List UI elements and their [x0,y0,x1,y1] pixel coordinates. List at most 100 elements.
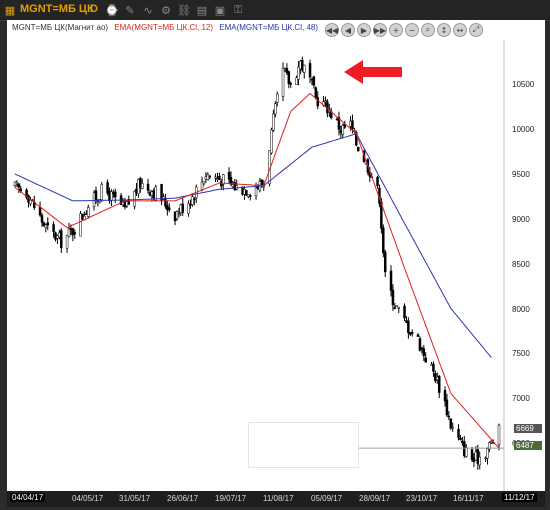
x-tick-label: 11/12/17 [502,493,537,502]
y-tick-label: 9500 [512,170,530,179]
candle-body [403,305,406,319]
pencil-icon[interactable]: ✎ [123,3,137,17]
candle-body [202,181,206,184]
candle-body [249,195,252,197]
x-tick-label: 31/05/17 [119,494,151,503]
candle-body [229,177,233,185]
x-tick-label: 11/08/17 [263,494,294,503]
candle-body [181,203,185,213]
candle-body [87,207,90,217]
period-selector[interactable]: D [90,3,98,15]
x-tick-label: 26/06/17 [167,494,199,503]
candle-body [100,184,104,200]
period-icon[interactable]: ⌚ [105,3,119,17]
candle-body [393,307,397,309]
candle-body [46,222,50,226]
candle-body [191,196,194,205]
candle-body [497,424,501,445]
candle-body [314,87,318,98]
candle-body [382,227,385,254]
candle-body [302,64,306,73]
y-tick-label: 8000 [512,305,530,314]
candle-body [146,183,150,191]
y-tick-label: 9000 [512,215,530,224]
candle-body [391,289,395,306]
candle-body [356,146,360,152]
candle-body [208,175,212,178]
indicator-icon[interactable]: ∿ [141,3,155,17]
ema-value-badge: 6487 [514,441,542,450]
candle-body [272,113,275,131]
candle-body [94,190,98,201]
candle-body [73,232,77,235]
window-icon[interactable]: ▣ [213,3,227,17]
candle-body [175,211,179,219]
symbol-title[interactable]: MGNT=МБ ЦК [20,3,94,15]
candle-body [351,120,354,130]
candle-body [464,447,468,457]
candle-body [287,71,291,84]
candle-body [177,213,181,215]
candle-body [38,206,42,216]
candle-body [168,207,171,211]
candle-body [281,67,285,97]
grid-icon[interactable]: ▤ [195,3,209,17]
y-tick-label: 10000 [512,125,535,134]
candle-body [60,230,63,248]
x-tick-label: 04/05/17 [72,494,104,503]
candle-body [410,332,414,334]
candle-body [443,390,447,402]
candle-body [383,251,387,273]
price-chart[interactable]: MGNT=МБ ЦК(Магнит ао) EMA(MGNT=МБ ЦК.Cl,… [7,20,545,491]
link-icon[interactable]: ⛓ [177,3,191,17]
ema-12-line [14,92,500,449]
ema-48-line [14,133,492,358]
candle-body [40,215,44,223]
x-tick-label: 05/09/17 [311,494,343,503]
candle-body [164,198,167,207]
candle-body [416,334,420,337]
candle-body [447,415,451,418]
candle-body [254,187,258,197]
candle-body [407,320,410,334]
y-tick-label: 7500 [512,349,530,358]
settings-icon[interactable]: ⚙ [159,3,173,17]
candle-body [308,63,312,78]
x-tick-label: 04/04/17 [10,493,46,502]
candle-body [459,437,462,440]
x-tick-label: 19/07/17 [215,494,247,503]
candlestick-series [13,56,501,470]
candle-body [193,198,196,201]
blank-overlay-box [248,422,359,468]
candle-body [478,456,481,466]
candle-body [52,224,55,232]
candle-body [389,270,393,291]
lock-icon[interactable]: ⚿ [231,3,245,17]
candle-body [260,179,264,186]
candle-body [324,100,327,102]
candle-body [451,426,454,429]
candle-body [141,183,144,189]
candle-body [275,93,279,103]
chart-icon[interactable]: ▦ [3,3,17,17]
candle-body [270,129,273,154]
candle-body [397,307,400,309]
candle-body [424,357,427,363]
candle-body [154,186,158,201]
time-axis: 04/04/17 04/05/17 31/05/17 26/06/17 19/0… [7,491,545,507]
annotation-arrow-icon [344,60,402,84]
candle-body [65,234,69,249]
plot-area[interactable] [7,20,545,491]
candle-body [214,176,217,179]
candle-body [114,191,117,198]
toolbar: ▦ MGNT=МБ ЦК D ⌚ ✎ ∿ ⚙ ⛓ ▤ ▣ ⚿ [0,0,550,21]
last-price-badge: 6669 [514,424,542,433]
candle-body [274,103,277,115]
candle-body [44,224,48,229]
y-tick-label: 7000 [512,394,530,403]
x-tick-label: 28/09/17 [359,494,391,503]
candle-body [490,441,493,444]
candle-body [486,448,489,459]
candle-body [312,76,316,86]
x-tick-label: 16/11/17 [453,494,484,503]
